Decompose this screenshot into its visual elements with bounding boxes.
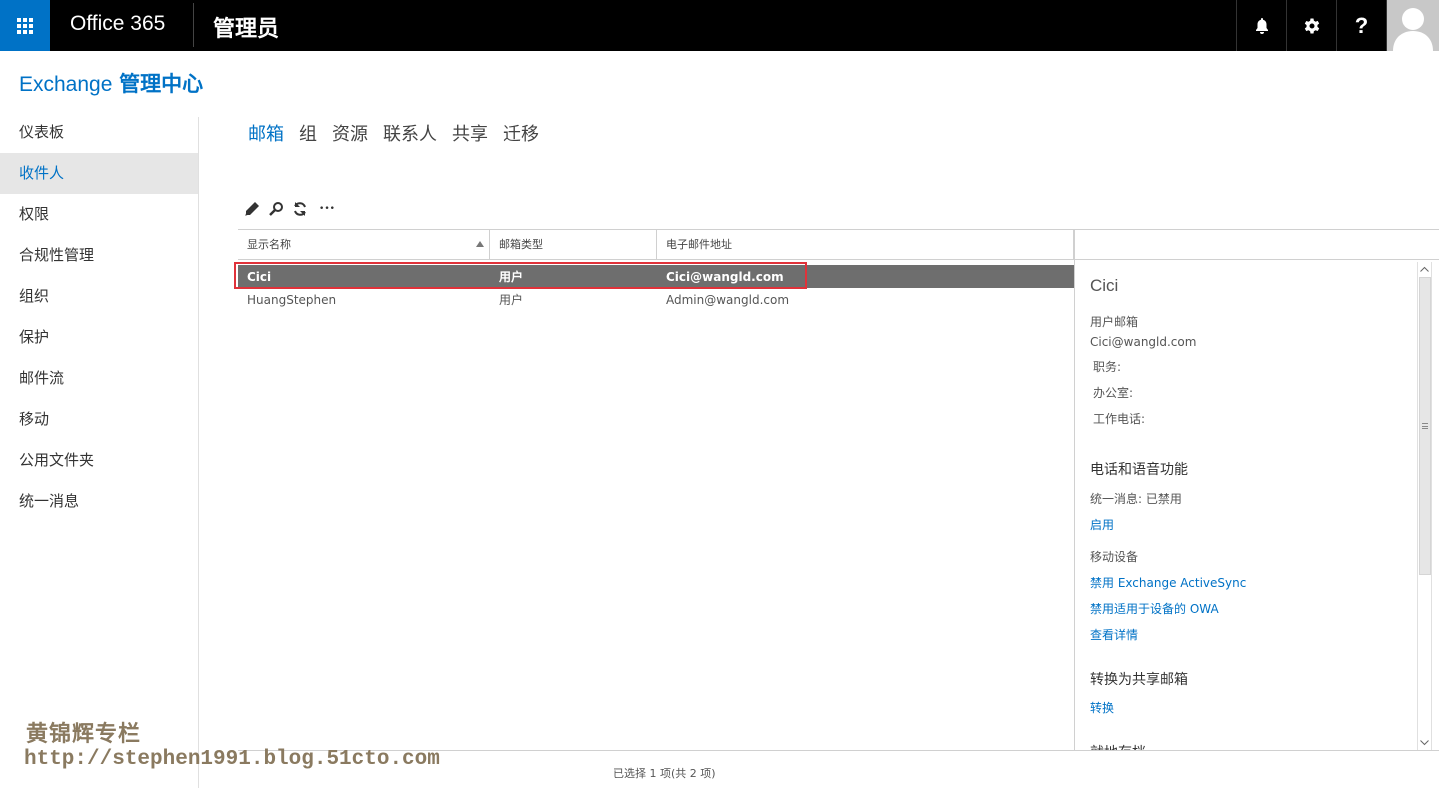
nav-item-unified-messaging[interactable]: 统一消息 [0, 481, 198, 522]
more-icon[interactable]: ••• [312, 199, 342, 219]
nav-divider [198, 117, 199, 788]
grip-icon [1422, 423, 1428, 429]
help-icon[interactable]: ? [1336, 0, 1386, 51]
recipient-tabs: 邮箱 组 资源 联系人 共享 迁移 [248, 120, 554, 146]
tab-contacts[interactable]: 联系人 [383, 120, 437, 146]
convert-section-title: 转换为共享邮箱 [1090, 672, 1188, 688]
table-row[interactable]: HuangStephen 用户 Admin@wangld.com [238, 288, 1074, 311]
scroll-up-button[interactable] [1418, 262, 1431, 276]
details-divider [1074, 229, 1075, 750]
nav-item-dashboard[interactable]: 仪表板 [0, 112, 198, 153]
enable-um-link[interactable]: 启用 [1090, 516, 1410, 533]
tab-resources[interactable]: 资源 [332, 120, 368, 146]
column-header-label: 显示名称 [247, 238, 291, 251]
row-mailbox-type: 用户 [499, 293, 524, 307]
row-email: Admin@wangld.com [666, 292, 790, 307]
table-row[interactable]: Cici 用户 Cici@wangld.com [238, 265, 1074, 288]
column-header-empty [1074, 230, 1439, 259]
nav-item-protection[interactable]: 保护 [0, 317, 198, 358]
scroll-thumb[interactable] [1419, 277, 1431, 575]
details-scrollbar[interactable] [1417, 262, 1432, 750]
page-title-en: Exchange [19, 73, 113, 96]
edit-icon[interactable] [240, 199, 264, 219]
chevron-down-icon [1420, 740, 1429, 746]
scroll-down-button[interactable] [1418, 736, 1431, 750]
selection-status: 已选择 1 项(共 2 项) [613, 767, 716, 780]
nav-item-mail-flow[interactable]: 邮件流 [0, 358, 198, 399]
details-office-label: 办公室: [1093, 386, 1134, 400]
gear-icon[interactable] [1286, 0, 1336, 51]
um-status: 统一消息: 已禁用 [1090, 492, 1182, 506]
column-header-display-name[interactable]: 显示名称 [238, 230, 490, 259]
details-mailbox-type: 用户邮箱 [1090, 315, 1139, 329]
column-header-mailbox-type[interactable]: 邮箱类型 [490, 230, 657, 259]
topbar-divider [193, 3, 194, 47]
view-details-link[interactable]: 查看详情 [1090, 626, 1410, 643]
disable-activesync-link[interactable]: 禁用 Exchange ActiveSync [1090, 574, 1410, 591]
nav-item-compliance[interactable]: 合规性管理 [0, 235, 198, 276]
archive-section-title: 就地存档 [1090, 742, 1410, 750]
tab-migration[interactable]: 迁移 [503, 120, 539, 146]
chevron-up-icon [1420, 266, 1429, 272]
page-title-zh: 管理中心 [119, 72, 204, 96]
row-mailbox-type: 用户 [499, 270, 524, 284]
column-header-label: 邮箱类型 [499, 238, 543, 251]
nav-item-mobile[interactable]: 移动 [0, 399, 198, 440]
nav-item-organization[interactable]: 组织 [0, 276, 198, 317]
top-bar: Office 365 管理员 ? [0, 0, 1439, 51]
avatar[interactable] [1386, 0, 1439, 51]
convert-link[interactable]: 转换 [1090, 699, 1410, 716]
watermark-title: 黄锦辉专栏 [26, 721, 142, 747]
bell-icon[interactable] [1236, 0, 1286, 51]
tab-mailboxes[interactable]: 邮箱 [248, 120, 284, 146]
brand-label[interactable]: Office 365 [70, 12, 165, 36]
phone-voice-section-title: 电话和语音功能 [1090, 462, 1188, 478]
column-header-label: 电子邮件地址 [666, 238, 732, 251]
row-display-name: HuangStephen [247, 292, 337, 307]
mobile-devices-label: 移动设备 [1090, 550, 1139, 564]
refresh-icon[interactable] [288, 199, 312, 219]
details-name: Cici [1090, 276, 1119, 295]
disable-owa-link[interactable]: 禁用适用于设备的 OWA [1090, 600, 1410, 617]
sort-ascending-icon [476, 241, 484, 247]
tab-groups[interactable]: 组 [299, 120, 317, 146]
details-email: Cici@wangld.com [1090, 335, 1197, 349]
app-title[interactable]: 管理员 [213, 11, 279, 43]
nav-item-permissions[interactable]: 权限 [0, 194, 198, 235]
page-title: Exchange 管理中心 [19, 68, 203, 98]
row-display-name: Cici [247, 269, 272, 284]
details-work-phone-label: 工作电话: [1093, 412, 1146, 426]
grid-toolbar: ••• [240, 199, 342, 219]
details-job-title-label: 职务: [1093, 360, 1122, 374]
nav-item-public-folders[interactable]: 公用文件夹 [0, 440, 198, 481]
tab-shared[interactable]: 共享 [452, 120, 488, 146]
mailbox-list: Cici 用户 Cici@wangld.com HuangStephen 用户 … [238, 265, 1074, 311]
left-nav: 仪表板 收件人 权限 合规性管理 组织 保护 邮件流 移动 公用文件夹 统一消息 [0, 112, 198, 522]
watermark-url: http://stephen1991.blog.51cto.com [24, 748, 440, 771]
search-icon[interactable] [264, 199, 288, 219]
nav-item-recipients[interactable]: 收件人 [0, 153, 198, 194]
grid-header: 显示名称 邮箱类型 电子邮件地址 [238, 229, 1439, 260]
row-email: Cici@wangld.com [666, 269, 784, 284]
column-header-email[interactable]: 电子邮件地址 [657, 230, 1074, 259]
details-pane: Cici 用户邮箱 Cici@wangld.com 职务: 办公室: 工作电话:… [1090, 262, 1410, 750]
waffle-icon[interactable] [0, 0, 50, 51]
